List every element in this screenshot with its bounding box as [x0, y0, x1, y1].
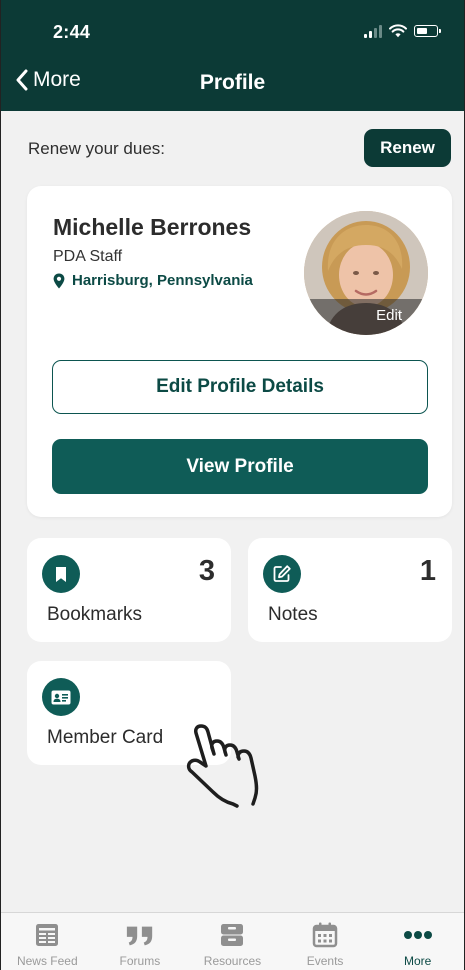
status-icons — [364, 24, 441, 38]
bookmarks-tile[interactable]: 3 Bookmarks — [27, 538, 231, 642]
bookmarks-label: Bookmarks — [47, 604, 143, 625]
id-card-icon — [42, 678, 80, 716]
status-bar: 2:44 — [1, 18, 464, 48]
location-text: Harrisburg, Pennsylvania — [72, 272, 253, 289]
bookmarks-count: 3 — [198, 555, 215, 587]
notes-label: Notes — [268, 604, 318, 625]
renew-button[interactable]: Renew — [364, 129, 451, 167]
tab-news-feed[interactable]: News Feed — [1, 913, 94, 970]
tab-resources[interactable]: Resources — [186, 913, 279, 970]
tab-forums[interactable]: Forums — [94, 913, 187, 970]
bottom-tab-bar: News Feed Forums Resources Events More — [1, 912, 464, 970]
app-screen: 2:44 More Profile Renew your dues: Renew… — [0, 0, 465, 970]
pointing-hand-icon — [186, 724, 259, 808]
profile-location: Harrisburg, Pennsylvania — [53, 272, 253, 289]
renew-label: Renew your dues: — [28, 139, 166, 158]
quote-icon — [125, 921, 155, 949]
tab-more[interactable]: More — [371, 913, 464, 970]
notes-count: 1 — [419, 555, 436, 587]
header: 2:44 More Profile — [1, 0, 464, 111]
more-dots-icon — [403, 921, 433, 949]
tab-label: Events — [306, 954, 344, 968]
profile-role: PDA Staff — [53, 248, 123, 265]
tab-label: News Feed — [16, 954, 78, 968]
edit-note-icon — [263, 555, 301, 593]
wifi-icon — [389, 24, 407, 38]
drawer-icon — [217, 921, 247, 949]
bookmark-icon — [42, 555, 80, 593]
status-time: 2:44 — [53, 22, 91, 42]
battery-icon — [414, 25, 441, 37]
signal-icon — [364, 24, 382, 38]
edit-profile-details-button[interactable]: Edit Profile Details — [52, 360, 428, 414]
tab-label: More — [404, 954, 432, 968]
calendar-icon — [310, 921, 340, 949]
profile-card: Michelle Berrones PDA Staff Harrisburg, … — [27, 186, 452, 517]
tab-events[interactable]: Events — [279, 913, 372, 970]
newspaper-icon — [32, 921, 62, 949]
view-profile-button[interactable]: View Profile — [52, 439, 428, 494]
location-pin-icon — [53, 273, 65, 288]
page-title: Profile — [199, 71, 266, 94]
tab-label: Forums — [119, 954, 161, 968]
member-card-label: Member Card — [47, 727, 164, 748]
tab-label: Resources — [203, 954, 262, 968]
notes-tile[interactable]: 1 Notes — [248, 538, 452, 642]
profile-name: Michelle Berrones — [53, 214, 252, 240]
avatar[interactable]: Edit — [304, 211, 428, 335]
avatar-edit-label[interactable]: Edit — [304, 299, 428, 335]
